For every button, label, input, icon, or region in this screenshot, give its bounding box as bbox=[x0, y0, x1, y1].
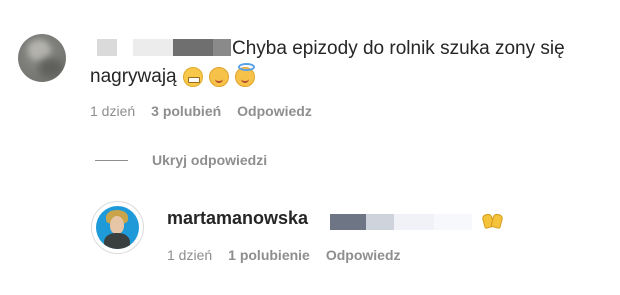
comment-text-line1: Chyba epizody do rolnik szuka zony się bbox=[232, 38, 565, 59]
redacted-text-block bbox=[366, 214, 394, 230]
redacted-text-block bbox=[394, 214, 434, 230]
comment-timestamp[interactable]: 1 dzień bbox=[90, 103, 135, 119]
redacted-username-block bbox=[173, 39, 213, 56]
raising-hands-emoji bbox=[481, 211, 504, 230]
avatar-body bbox=[104, 233, 130, 249]
avatar-blur bbox=[28, 40, 50, 60]
redacted-text-block bbox=[434, 214, 472, 230]
comment-text-line2-wrap: nagrywają bbox=[90, 63, 255, 90]
hand-shape bbox=[490, 212, 504, 230]
reply-username[interactable]: martamanowska bbox=[167, 208, 308, 229]
redacted-username-block bbox=[97, 39, 117, 56]
avatar-image bbox=[96, 206, 139, 249]
reply-button[interactable]: Odpowiedz bbox=[237, 103, 312, 119]
reply-reply-button[interactable]: Odpowiedz bbox=[326, 247, 401, 263]
halo-face-emoji bbox=[234, 63, 255, 87]
reply-timestamp[interactable]: 1 dzień bbox=[167, 247, 212, 263]
reply-likes-link[interactable]: 1 polubienie bbox=[228, 247, 310, 263]
commenter-avatar[interactable] bbox=[18, 34, 66, 82]
comment-text-line2: nagrywają bbox=[90, 66, 177, 87]
redacted-username-block bbox=[213, 39, 231, 56]
avatar-face bbox=[110, 216, 124, 234]
comment-meta: 1 dzień 3 polubień Odpowiedz bbox=[90, 103, 328, 119]
redacted-username-block bbox=[133, 39, 173, 56]
reply-meta: 1 dzień 1 polubienie Odpowiedz bbox=[167, 247, 417, 263]
smiling-face-emoji bbox=[208, 67, 229, 87]
comment-likes-link[interactable]: 3 polubień bbox=[151, 103, 221, 119]
hide-replies-button[interactable]: Ukryj odpowiedzi bbox=[152, 152, 267, 168]
redacted-text-block bbox=[330, 214, 366, 230]
replies-divider-line bbox=[95, 160, 128, 161]
grimacing-face-emoji bbox=[182, 67, 203, 87]
avatar-blur bbox=[38, 58, 64, 78]
reply-avatar[interactable] bbox=[91, 201, 144, 254]
